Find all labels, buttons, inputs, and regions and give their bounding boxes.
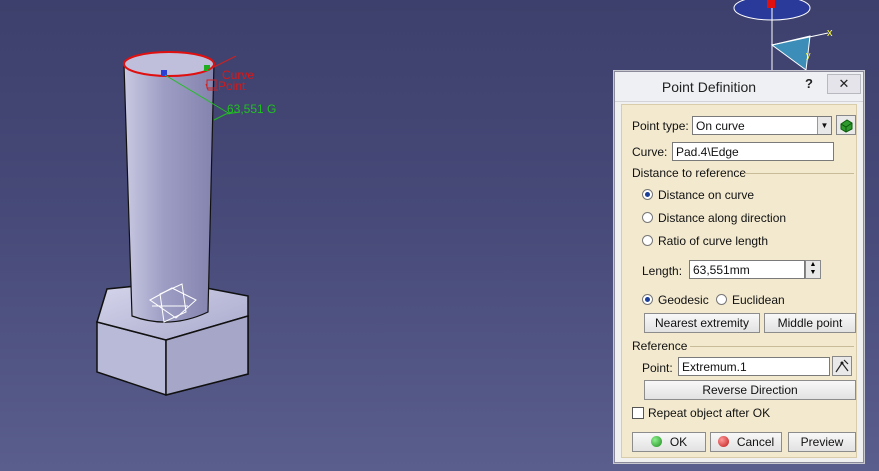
radio-distance-on-curve[interactable]: Distance on curve bbox=[642, 188, 754, 202]
point-type-label: Point type: bbox=[632, 119, 689, 133]
geodesic-label: Geodesic bbox=[658, 293, 709, 307]
euclidean-label: Euclidean bbox=[732, 293, 785, 307]
close-button[interactable]: ✕ bbox=[827, 74, 861, 94]
length-spinner[interactable]: ▲ ▼ bbox=[805, 260, 821, 279]
dialog-body: Point type: On curve ▼ Curve: Pad.4\Edge… bbox=[621, 104, 857, 458]
repeat-label: Repeat object after OK bbox=[648, 406, 771, 420]
help-button[interactable]: ? bbox=[801, 74, 817, 94]
reverse-direction-button[interactable]: Reverse Direction bbox=[644, 380, 856, 400]
cancel-button[interactable]: Cancel bbox=[710, 432, 782, 452]
preview-button[interactable]: Preview bbox=[788, 432, 856, 452]
reference-section-title: Reference bbox=[632, 339, 688, 353]
radio-icon[interactable] bbox=[642, 235, 653, 246]
section-divider bbox=[744, 173, 854, 174]
radio-ratio-of-curve-length[interactable]: Ratio of curve length bbox=[642, 234, 768, 248]
radio-distance-on-curve-label: Distance on curve bbox=[658, 188, 755, 202]
radio-ratio-label: Ratio of curve length bbox=[658, 234, 769, 248]
point-type-combo[interactable]: On curve ▼ bbox=[692, 116, 832, 135]
point-type-lock-icon[interactable] bbox=[836, 115, 856, 135]
radio-distance-along-direction-label: Distance along direction bbox=[658, 211, 787, 225]
point-definition-dialog: Point Definition ? ✕ Point type: On curv… bbox=[614, 71, 864, 463]
radio-icon[interactable] bbox=[716, 294, 727, 305]
radio-selected-icon[interactable] bbox=[642, 189, 653, 200]
repeat-object-checkbox[interactable]: Repeat object after OK bbox=[632, 406, 770, 420]
nearest-extremity-button[interactable]: Nearest extremity bbox=[644, 313, 760, 333]
point-label: Point bbox=[218, 79, 246, 93]
distance-section-title: Distance to reference bbox=[632, 166, 747, 180]
point-selection-icon[interactable] bbox=[832, 356, 852, 376]
cancel-label: Cancel bbox=[736, 435, 775, 449]
extremum-marker[interactable] bbox=[204, 65, 210, 71]
radio-icon[interactable] bbox=[642, 212, 653, 223]
point-type-value: On curve bbox=[696, 119, 745, 133]
compass[interactable]: x y bbox=[733, 0, 833, 71]
chevron-down-icon[interactable]: ▼ bbox=[817, 117, 831, 134]
curve-field[interactable]: Pad.4\Edge bbox=[672, 142, 834, 161]
radio-distance-along-direction[interactable]: Distance along direction bbox=[642, 211, 786, 225]
distance-label: 63,551 G bbox=[227, 102, 276, 116]
compass-x-label: x bbox=[827, 27, 833, 39]
shaft bbox=[123, 51, 215, 323]
ok-label: OK bbox=[669, 435, 688, 449]
dialog-titlebar[interactable]: Point Definition ? ✕ bbox=[615, 72, 863, 102]
middle-point-button[interactable]: Middle point bbox=[764, 313, 856, 333]
compass-y-label: y bbox=[806, 50, 811, 60]
radio-euclidean[interactable]: Euclidean bbox=[716, 293, 785, 307]
radio-selected-icon[interactable] bbox=[642, 294, 653, 305]
ok-icon bbox=[650, 436, 662, 447]
dialog-title: Point Definition bbox=[661, 79, 757, 95]
checkbox-icon[interactable] bbox=[632, 407, 644, 419]
cancel-icon bbox=[717, 436, 729, 447]
reference-point-field[interactable]: Extremum.1 bbox=[678, 357, 830, 376]
length-input[interactable]: 63,551mm bbox=[689, 260, 805, 279]
section-divider bbox=[690, 346, 854, 347]
spin-up-icon[interactable]: ▲ bbox=[806, 261, 820, 269]
spin-down-icon[interactable]: ▼ bbox=[806, 269, 820, 277]
radio-geodesic[interactable]: Geodesic bbox=[642, 293, 709, 307]
ok-button[interactable]: OK bbox=[632, 432, 706, 452]
curve-field-label: Curve: bbox=[632, 145, 668, 159]
length-label: Length: bbox=[642, 264, 683, 278]
point-field-label: Point: bbox=[642, 361, 673, 375]
